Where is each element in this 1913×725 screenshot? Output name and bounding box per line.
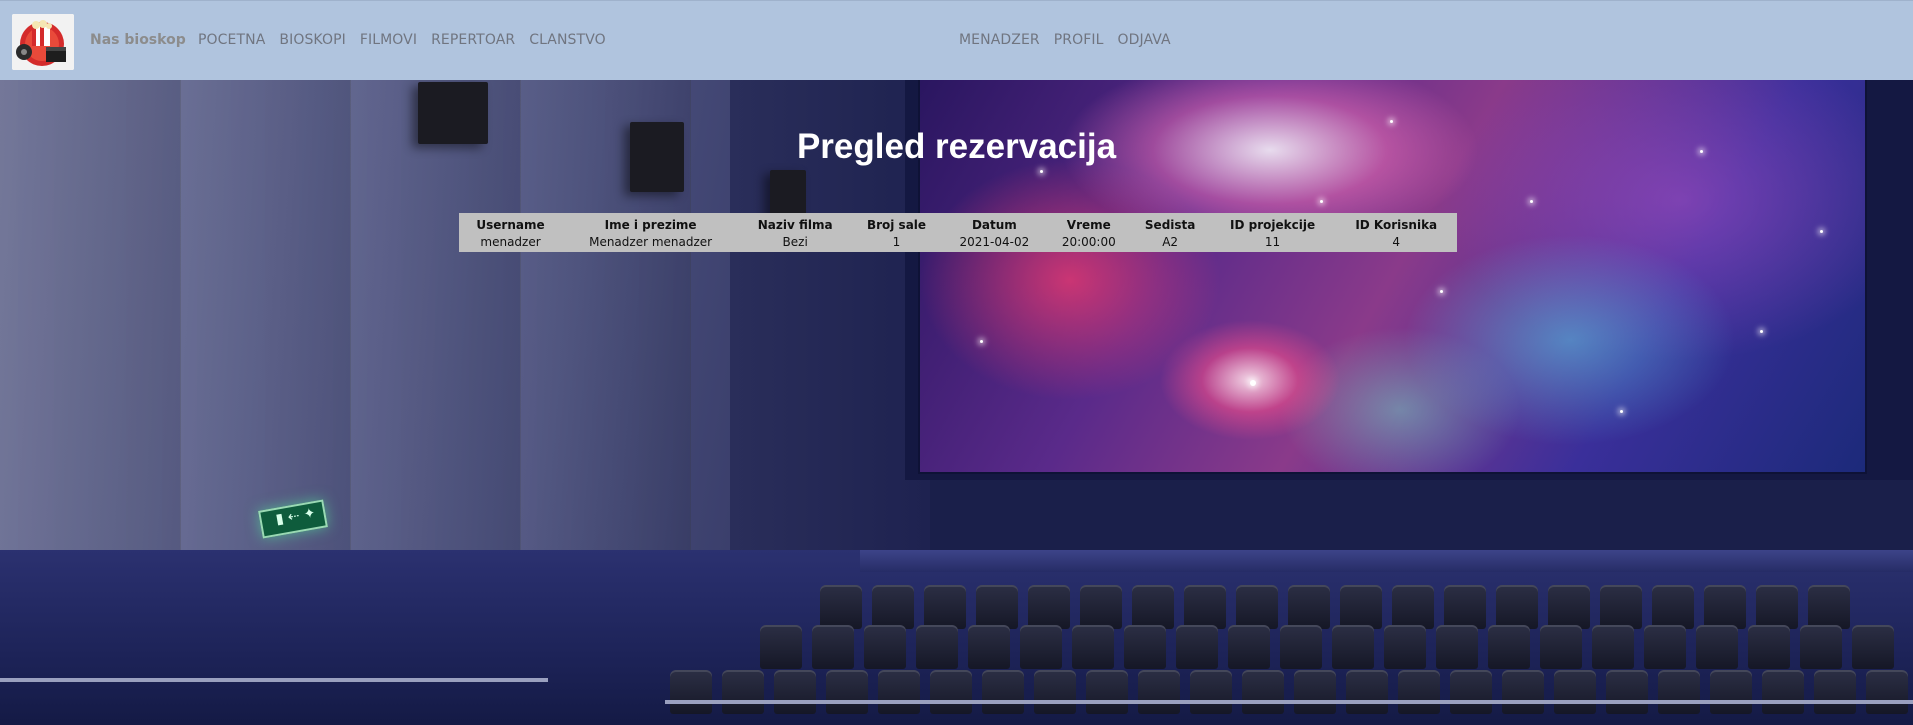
nav-pocetna[interactable]: POCETNA (198, 32, 265, 48)
nav-clanstvo[interactable]: CLANSTVO (529, 32, 606, 48)
cinema-logo-icon[interactable] (12, 14, 74, 70)
nav-repertoar[interactable]: REPERTOAR (431, 32, 515, 48)
seat-row (760, 625, 1894, 669)
brand-name[interactable]: Nas bioskop (90, 32, 186, 48)
user-nav: MENADZER PROFIL ODJAVA (959, 32, 1185, 48)
page-title: Pregled rezervacija (796, 127, 1117, 166)
column-header-time: Vreme (1066, 217, 1111, 232)
nav-odjava[interactable]: ODJAVA (1118, 32, 1171, 48)
nav-menadzer[interactable]: MENADZER (959, 32, 1040, 48)
column-header-projection-id: ID projekcije (1230, 217, 1316, 232)
seat-row (820, 585, 1850, 629)
seat-row (670, 670, 1908, 714)
nav-filmovi[interactable]: FILMOVI (360, 32, 417, 48)
railing (665, 700, 1913, 704)
column-header-seats: Sedista (1144, 217, 1196, 232)
nav-profil[interactable]: PROFIL (1054, 32, 1104, 48)
cell-movie-title: Bezi (782, 234, 808, 249)
table-row: menadzer Menadzer menadzer Bezi 1 2021-0… (459, 233, 1457, 252)
cell-seats: A2 (1162, 234, 1179, 249)
top-navbar: Nas bioskop POCETNA BIOSKOPI FILMOVI REP… (0, 0, 1913, 80)
column-header-full-name: Ime i prezime (604, 217, 697, 232)
cell-username: menadzer (480, 234, 541, 249)
cell-hall-number: 1 (892, 234, 901, 249)
cell-projection-id: 11 (1264, 234, 1281, 249)
nav-bioskopi[interactable]: BIOSKOPI (279, 32, 345, 48)
cell-time: 20:00:00 (1061, 234, 1116, 249)
table-header-row: Username Ime i prezime Naziv filma Broj … (459, 213, 1457, 233)
column-header-movie-title: Naziv filma (757, 217, 833, 232)
cell-user-id: 4 (1392, 234, 1401, 249)
reservations-table: Username Ime i prezime Naziv filma Broj … (459, 213, 1457, 252)
cell-date: 2021-04-02 (959, 234, 1030, 249)
railing (0, 678, 548, 682)
main-nav: POCETNA BIOSKOPI FILMOVI REPERTOAR CLANS… (198, 32, 620, 48)
column-header-user-id: ID Korisnika (1355, 217, 1438, 232)
column-header-hall-number: Broj sale (866, 217, 927, 232)
column-header-date: Datum (971, 217, 1017, 232)
cell-full-name: Menadzer menadzer (589, 234, 713, 249)
cinema-background-image: ▮ ⇠ ✦ (0, 80, 1913, 725)
column-header-username: Username (476, 217, 545, 232)
stage-edge (860, 550, 1913, 572)
